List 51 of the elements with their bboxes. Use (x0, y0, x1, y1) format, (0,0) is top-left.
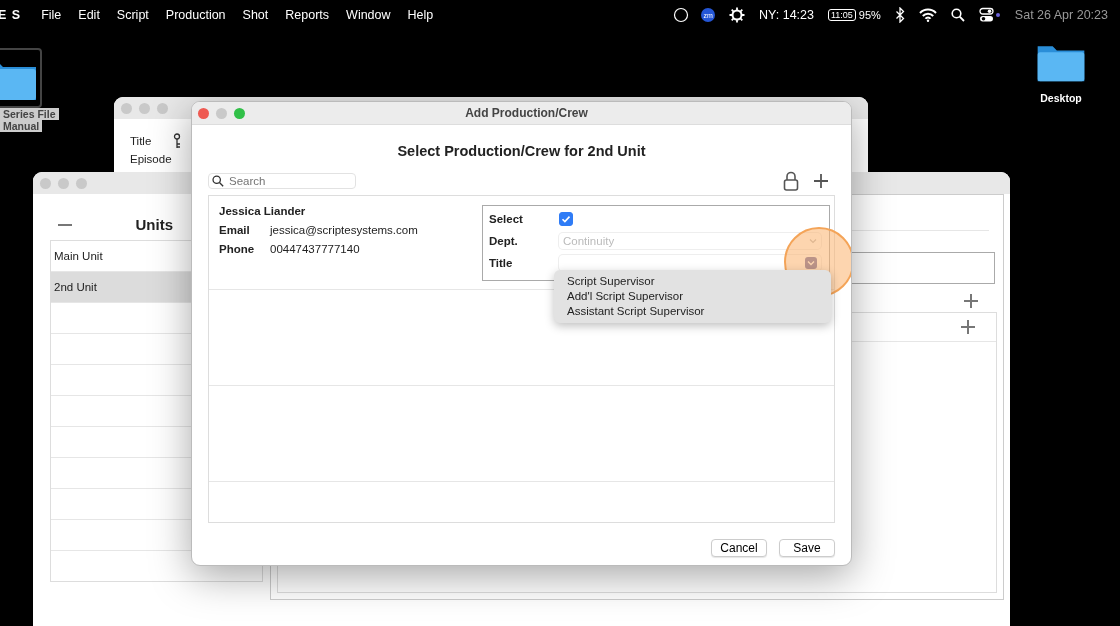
circle-icon[interactable] (673, 7, 690, 23)
checkmark-icon (561, 213, 571, 224)
gear-icon[interactable] (729, 7, 746, 23)
dialog-button[interactable]: Save (779, 539, 835, 557)
search-field[interactable]: Search (208, 173, 356, 189)
menu-option[interactable]: Add'l Script Supervisor (567, 289, 831, 304)
folder-label[interactable]: Manual (0, 120, 43, 132)
add-icon[interactable] (813, 173, 829, 189)
detail-label: Phone (219, 243, 256, 255)
field-label: Dept. (489, 234, 519, 247)
detail-value: jessica@scriptesystems.com (270, 224, 418, 236)
menu-item[interactable]: Reports (285, 8, 330, 22)
date-time[interactable]: Sat 26 Apr 20:23 (1014, 8, 1108, 22)
field-label: Title (130, 135, 152, 147)
menu-item[interactable]: Script (116, 8, 149, 22)
search-icon[interactable] (950, 8, 965, 22)
add-icon[interactable] (963, 293, 979, 309)
add-icon[interactable] (960, 319, 976, 335)
dialog-button[interactable]: Cancel (711, 539, 767, 557)
wifi-icon[interactable] (918, 8, 937, 22)
lock-icon[interactable] (783, 171, 799, 191)
close-button[interactable] (198, 107, 209, 119)
menu-item[interactable]: File (41, 8, 62, 22)
folder-label[interactable]: Desktop (1040, 92, 1082, 104)
chevron-icon (807, 259, 815, 266)
search-icon (212, 175, 224, 187)
bluetooth-icon[interactable] (894, 7, 905, 23)
world-clock[interactable]: NY: 14:23 (759, 8, 814, 22)
menu-option[interactable]: Assistant Script Supervisor (567, 304, 831, 319)
chevron-icon (809, 237, 817, 244)
menu-item[interactable]: Shot (242, 8, 269, 22)
detail-label: Email (219, 224, 251, 236)
field-label: Select (489, 212, 524, 225)
checkbox[interactable] (559, 211, 573, 226)
window-title: Add Production/Crew (464, 106, 589, 120)
battery-percent[interactable]: 95% (858, 9, 881, 21)
field-label: Episode (130, 153, 173, 165)
dialog-heading: Select Production/Crew for 2nd Unit (396, 143, 647, 159)
person-name: Jessica Liander (219, 205, 307, 217)
menu-item[interactable]: Production (165, 8, 226, 22)
list-title: Units (135, 216, 173, 233)
menu-item[interactable]: Help (407, 8, 434, 22)
folder-label[interactable]: Series File (0, 108, 59, 120)
battery-time[interactable]: 11:05 (827, 9, 856, 21)
field-label: Title (489, 256, 514, 269)
menu-option[interactable]: Script Supervisor (567, 274, 831, 289)
detail-value: 00447437777140 (270, 243, 360, 255)
menu-item[interactable]: Window (346, 8, 391, 22)
menu-item[interactable]: Edit (78, 8, 100, 22)
title-dropdown[interactable] (559, 254, 821, 271)
control-center-icon[interactable] (978, 7, 1001, 23)
